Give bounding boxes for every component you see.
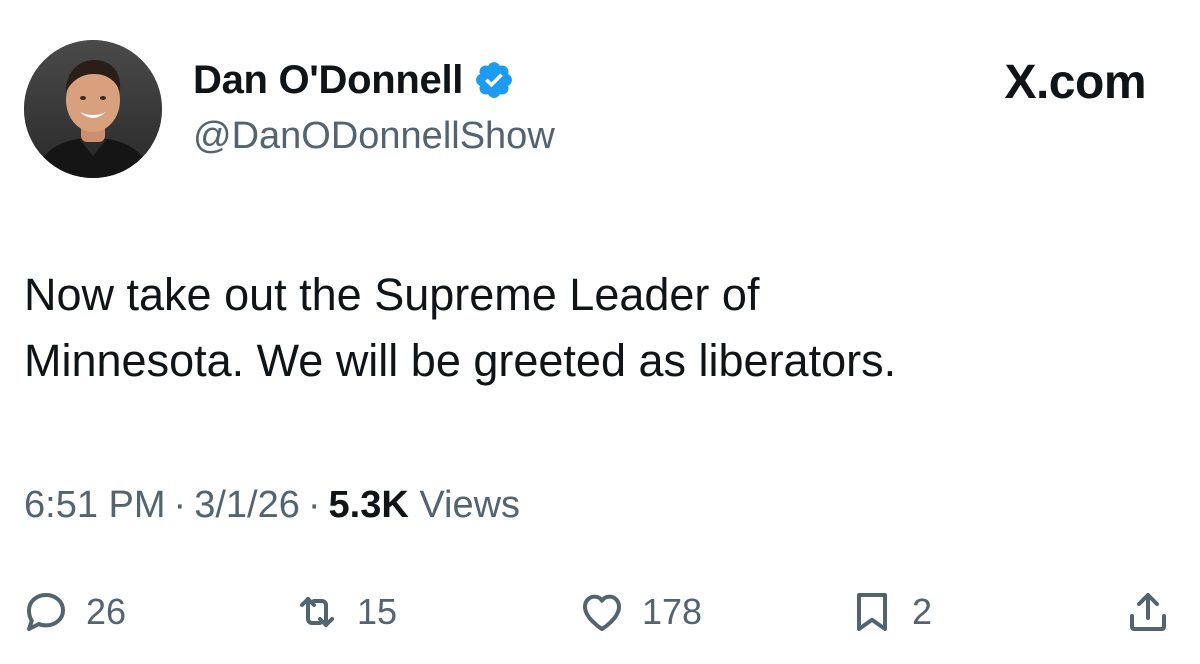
tweet-text-line: Minnesota. We will be greeted as liberat…	[24, 335, 897, 386]
like-count: 178	[642, 591, 703, 632]
author-name-row: Dan O'Donnell	[193, 55, 515, 105]
meta-separator: ·	[173, 484, 187, 526]
avatar[interactable]	[24, 40, 162, 178]
action-bar: 26 15 178 2	[0, 582, 1200, 642]
verified-badge-icon	[476, 62, 513, 98]
tweet-time[interactable]: 6:51 PM	[24, 484, 166, 526]
author-display-name[interactable]: Dan O'Donnell	[193, 58, 463, 103]
tweet-text-line: Now take out the Supreme Leader of	[24, 269, 760, 320]
brand-logo: X.com	[1004, 56, 1146, 109]
retweet-count: 15	[357, 591, 398, 632]
views-label: Views	[419, 484, 521, 526]
bookmark-button[interactable]: 2	[848, 582, 932, 642]
reply-count: 26	[86, 591, 127, 632]
tweet-meta: 6:51 PM · 3/1/26 · 5.3K Views	[24, 484, 520, 527]
bookmark-count: 2	[912, 591, 933, 632]
share-icon	[1130, 593, 1166, 631]
like-button[interactable]: 178	[578, 582, 702, 642]
share-button[interactable]	[1124, 582, 1172, 642]
heart-icon	[583, 594, 621, 631]
views-count: 5.3K	[328, 484, 409, 526]
reply-icon	[27, 593, 65, 631]
tweet-card: Dan O'Donnell @DanODonnellShow X.com Now…	[0, 0, 1200, 664]
author-handle[interactable]: @DanODonnellShow	[193, 115, 555, 158]
retweet-icon	[300, 597, 334, 627]
reply-button[interactable]: 26	[22, 582, 126, 642]
tweet-text: Now take out the Supreme Leader of Minne…	[24, 262, 1174, 394]
retweet-button[interactable]: 15	[293, 582, 397, 642]
meta-separator: ·	[307, 484, 321, 526]
bookmark-icon	[857, 593, 887, 631]
tweet-date[interactable]: 3/1/26	[194, 484, 300, 526]
